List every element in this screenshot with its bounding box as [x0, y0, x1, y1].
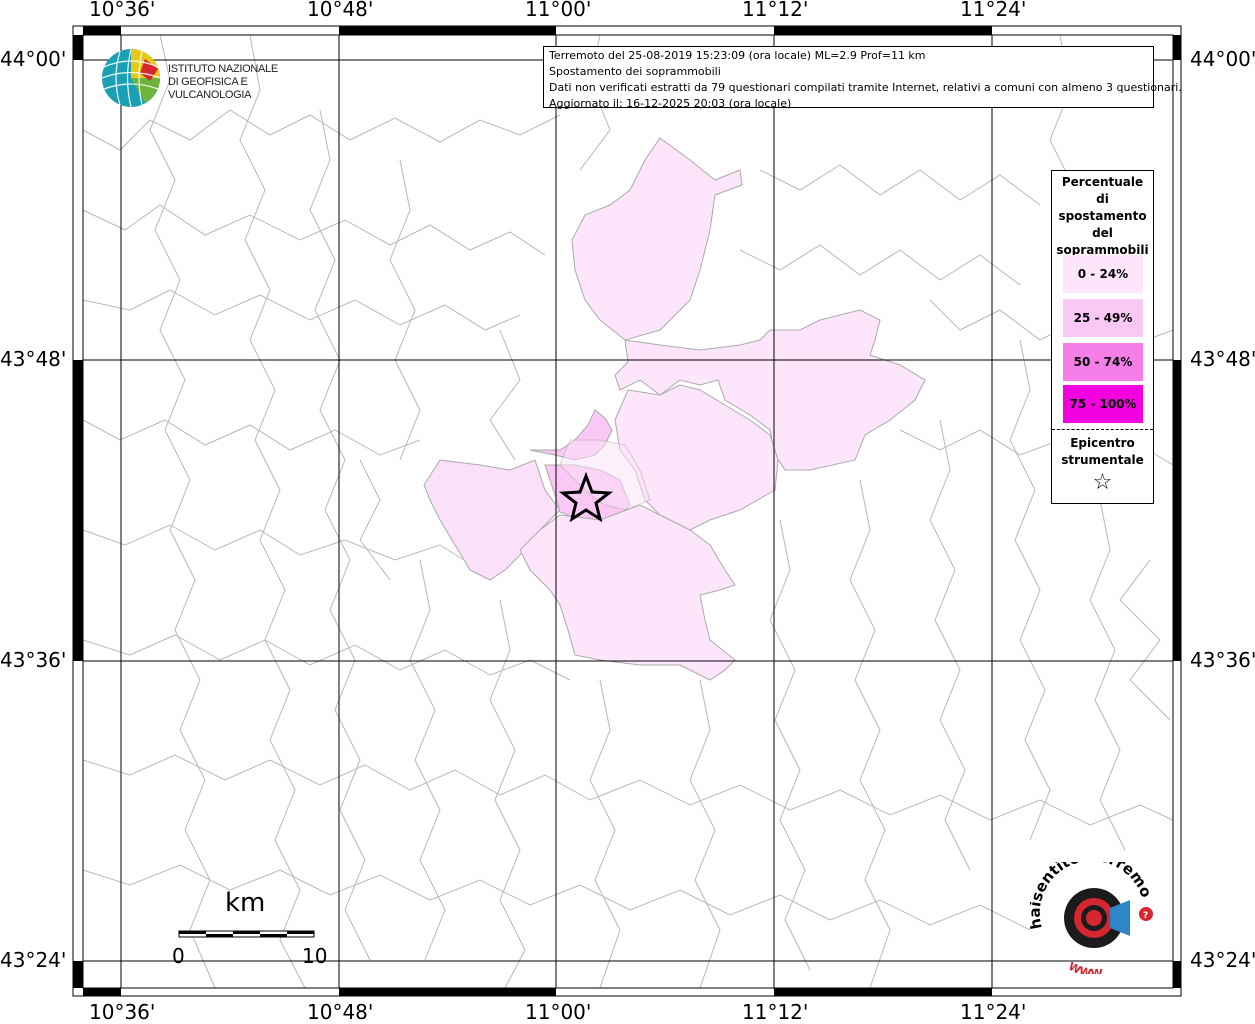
legend-title-line2: di	[1096, 192, 1109, 206]
lon-label-top-1: 10°36'	[89, 0, 156, 21]
ingv-name-line2: DI GEOFISICA E VULCANOLOGIA	[168, 76, 252, 101]
lat-label-right-3: 43°36'	[1190, 648, 1255, 672]
lat-label-left-2: 43°48'	[0, 347, 67, 371]
legend-class-25-49: 25 - 49%	[1063, 299, 1143, 337]
legend-epicenter-label: Epicentro strumentale	[1052, 435, 1153, 469]
legend-class-75-100: 75 - 100%	[1063, 385, 1143, 423]
legend-star-icon: ☆	[1092, 470, 1113, 495]
info-line-parameter: Spostamento dei soprammobili	[549, 65, 721, 78]
legend-epicenter-line1: Epicentro	[1070, 436, 1135, 450]
info-line-event: Terremoto del 25-08-2019 15:23:09 (ora l…	[549, 49, 926, 62]
lon-label-bottom-2: 10°48'	[307, 1000, 374, 1024]
lon-label-bottom-1: 10°36'	[89, 1000, 156, 1024]
lat-label-right-4: 43°24'	[1190, 948, 1255, 972]
lat-label-left-1: 44°00'	[0, 47, 67, 71]
lat-label-left-4: 43°24'	[0, 948, 67, 972]
haisentito-logo[interactable]: haisentitoilterremoto.it WWW. ?	[1030, 862, 1160, 974]
legend-title: Percentuale di spostamento del soprammob…	[1052, 171, 1153, 259]
ingv-globe-icon	[101, 48, 161, 108]
legend-epicenter-line2: strumentale	[1061, 453, 1144, 467]
legend: Percentuale di spostamento del soprammob…	[1051, 170, 1154, 504]
scale-unit-label: km	[225, 888, 266, 918]
lon-label-top-5: 11°24'	[960, 0, 1027, 21]
earthquake-info-box: Terremoto del 25-08-2019 15:23:09 (ora l…	[543, 46, 1182, 110]
ingv-name: ISTITUTO NAZIONALE DI GEOFISICA E VULCAN…	[168, 63, 310, 102]
ingv-logo[interactable]: ISTITUTO NAZIONALE DI GEOFISICA E VULCAN…	[100, 47, 310, 111]
svg-text:?: ?	[1143, 911, 1148, 921]
lon-label-bottom-4: 11°12'	[742, 1000, 809, 1024]
ingv-name-line1: ISTITUTO NAZIONALE	[168, 63, 278, 75]
info-line-data-note: Dati non verificati estratti da 79 quest…	[549, 81, 1182, 94]
legend-title-line3: spostamento	[1058, 209, 1147, 223]
legend-class-0-24: 0 - 24%	[1063, 255, 1143, 293]
scale-start-label: 0	[172, 944, 185, 968]
legend-title-line4: del	[1092, 226, 1113, 240]
legend-title-line1: Percentuale	[1061, 175, 1144, 189]
lat-label-left-3: 43°36'	[0, 648, 67, 672]
scale-bar	[178, 930, 315, 938]
scale-end-label: 10	[302, 944, 328, 968]
lon-label-top-3: 11°00'	[525, 0, 592, 21]
info-line-updated: Aggiornato il: 16-12-2025 20:03 (ora loc…	[549, 97, 792, 110]
lat-label-right-1: 44°00'	[1190, 47, 1255, 71]
lon-label-bottom-5: 11°24'	[960, 1000, 1027, 1024]
lon-label-top-2: 10°48'	[307, 0, 374, 21]
legend-class-50-74: 50 - 74%	[1063, 343, 1143, 381]
lat-label-right-2: 43°48'	[1190, 347, 1255, 371]
lon-label-bottom-3: 11°00'	[525, 1000, 592, 1024]
legend-separator	[1052, 429, 1153, 430]
lon-label-top-4: 11°12'	[742, 0, 809, 21]
svg-text:WWW.: WWW.	[1066, 960, 1106, 974]
haisentito-www: WWW.	[1066, 960, 1106, 974]
